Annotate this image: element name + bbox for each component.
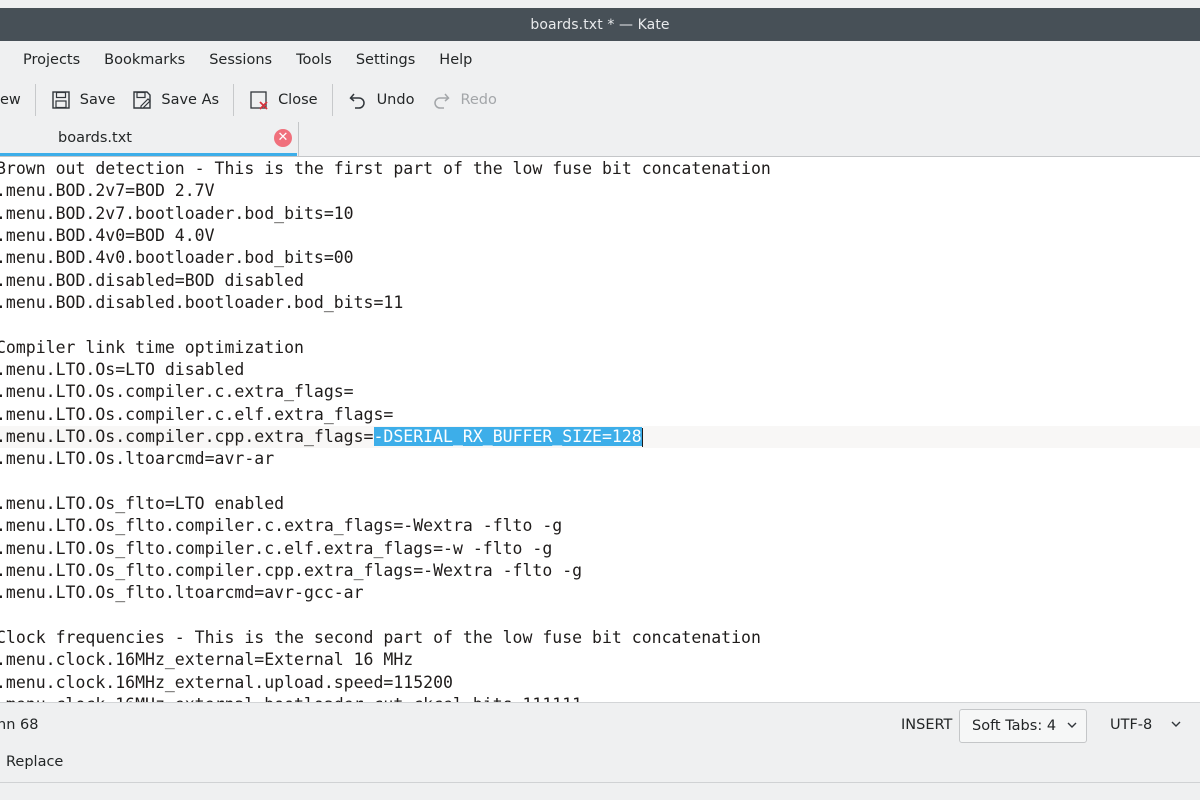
editor-line-text: .menu.LTO.Os=LTO disabled <box>0 359 245 379</box>
document-tab[interactable]: boards.txt ✕ <box>0 122 299 156</box>
editor-line-text: .menu.LTO.Os.ltoarcmd=avr-ar <box>0 449 275 469</box>
toolbar-separator <box>34 84 36 116</box>
editor-line-text: .menu.LTO.Os_flto.compiler.c.extra_flags… <box>0 516 563 536</box>
editor-line-text: .menu.LTO.Os_flto.ltoarcmd=avr-gcc-ar <box>0 583 364 603</box>
editor-line[interactable]: Brown out detection - This is the first … <box>0 158 1200 180</box>
editor-line-text: Compiler link time optimization <box>0 337 304 357</box>
close-circle-icon[interactable]: ✕ <box>274 129 292 147</box>
undo-button[interactable]: Undo <box>339 83 423 117</box>
save-as-button[interactable]: Save As <box>123 83 227 117</box>
text-editor-area[interactable]: Brown out detection - This is the first … <box>0 156 1200 704</box>
new-button-label: ew <box>0 92 21 108</box>
save-as-icon <box>131 89 153 111</box>
menu-settings[interactable]: Settings <box>344 52 427 68</box>
main-toolbar: ew Save Save As Close Undo Redo <box>0 78 1200 122</box>
editor-line[interactable] <box>0 314 1200 336</box>
document-tab-bar: boards.txt ✕ <box>0 122 1200 156</box>
editor-line-text: .menu.LTO.Os_flto.compiler.c.elf.extra_f… <box>0 538 553 558</box>
save-button-label: Save <box>79 92 116 108</box>
editor-line-text: .menu.LTO.Os_flto.compiler.cpp.extra_fla… <box>0 560 583 580</box>
editor-line-text: .menu.BOD.disabled=BOD disabled <box>0 270 304 290</box>
save-as-button-label: Save As <box>161 92 220 108</box>
editor-line[interactable]: .menu.BOD.2v7=BOD 2.7V <box>0 180 1200 202</box>
editor-line[interactable]: .menu.clock.16MHz_external.upload.speed=… <box>0 672 1200 694</box>
editor-line[interactable]: .menu.BOD.4v0.bootloader.bod_bits=00 <box>0 247 1200 269</box>
new-button[interactable]: ew <box>0 83 29 117</box>
editor-line[interactable] <box>0 471 1200 493</box>
menu-bookmarks[interactable]: Bookmarks <box>92 52 197 68</box>
editor-line[interactable]: .menu.LTO.Os=LTO disabled <box>0 359 1200 381</box>
undo-button-label: Undo <box>376 92 415 108</box>
redo-button-label: Redo <box>460 92 497 108</box>
toolbar-separator <box>233 84 235 116</box>
editor-line[interactable]: .menu.BOD.2v7.bootloader.bod_bits=10 <box>0 203 1200 225</box>
editor-line-text: .menu.BOD.2v7=BOD 2.7V <box>0 181 215 201</box>
editor-line-text: Clock frequencies - This is the second p… <box>0 627 761 647</box>
editor-current-line[interactable]: .menu.LTO.Os.compiler.cpp.extra_flags=-D… <box>0 425 1200 449</box>
status-bar: nn 68 INSERT Soft Tabs: 4 UTF-8 <box>0 702 1200 749</box>
editor-line-text: .menu.BOD.4v0=BOD 4.0V <box>0 225 215 245</box>
window-title: boards.txt * — Kate <box>530 16 670 33</box>
input-mode-indicator[interactable]: INSERT <box>901 717 952 733</box>
redo-icon <box>430 89 452 111</box>
editor-line[interactable]: .menu.LTO.Os_flto.ltoarcmd=avr-gcc-ar <box>0 582 1200 604</box>
close-button-label: Close <box>278 92 318 108</box>
editor-line-text: .menu.LTO.Os.compiler.c.elf.extra_flags= <box>0 404 394 424</box>
editor-line-text: .menu.BOD.4v0.bootloader.bod_bits=00 <box>0 248 354 268</box>
editor-line[interactable]: Compiler link time optimization <box>0 337 1200 359</box>
document-tab-label: boards.txt <box>58 130 132 146</box>
editor-line[interactable] <box>0 605 1200 627</box>
editor-line[interactable]: .menu.LTO.Os.compiler.c.elf.extra_flags= <box>0 404 1200 426</box>
chevron-down-icon <box>1066 719 1078 735</box>
editor-line-text: .menu.clock.16MHz_external.upload.speed=… <box>0 672 453 692</box>
editor-line-text: .menu.LTO.Os.compiler.c.extra_flags= <box>0 382 354 402</box>
editor-line[interactable]: .menu.LTO.Os.compiler.c.extra_flags= <box>0 381 1200 403</box>
window-titlebar[interactable]: boards.txt * — Kate <box>0 8 1200 41</box>
close-document-icon <box>248 89 270 111</box>
editor-line-text: Brown out detection - This is the first … <box>0 159 771 178</box>
editor-line[interactable]: .menu.BOD.4v0=BOD 4.0V <box>0 225 1200 247</box>
undo-icon <box>347 89 369 111</box>
close-button[interactable]: Close <box>240 83 326 117</box>
menu-sessions[interactable]: Sessions <box>197 52 284 68</box>
cursor-position[interactable]: nn 68 <box>0 717 38 733</box>
editor-line[interactable]: .menu.BOD.disabled.bootloader.bod_bits=1… <box>0 292 1200 314</box>
editor-line[interactable]: .menu.LTO.Os_flto.compiler.c.elf.extra_f… <box>0 538 1200 560</box>
editor-line[interactable]: .menu.LTO.Os_flto.compiler.cpp.extra_fla… <box>0 560 1200 582</box>
chevron-down-icon[interactable] <box>1170 718 1182 734</box>
menu-bar: Projects Bookmarks Sessions Tools Settin… <box>0 42 1200 78</box>
indentation-selector[interactable]: Soft Tabs: 4 <box>959 709 1087 743</box>
editor-line[interactable]: .menu.LTO.Os_flto.compiler.c.extra_flags… <box>0 515 1200 537</box>
selected-text[interactable]: -DSERIAL_RX_BUFFER_SIZE=128 <box>373 426 642 446</box>
menu-help[interactable]: Help <box>427 52 484 68</box>
editor-line[interactable]: Clock frequencies - This is the second p… <box>0 627 1200 649</box>
editor-line[interactable]: .menu.LTO.Os_flto=LTO enabled <box>0 493 1200 515</box>
replace-tool-button[interactable]: Replace <box>6 754 63 770</box>
editor-line-text: .menu.BOD.2v7.bootloader.bod_bits=10 <box>0 203 354 223</box>
text-cursor <box>641 427 644 447</box>
editor-line-text: .menu.LTO.Os_flto=LTO enabled <box>0 493 285 513</box>
editor-line[interactable]: .menu.LTO.Os.ltoarcmd=avr-ar <box>0 448 1200 470</box>
encoding-selector[interactable]: UTF-8 <box>1110 717 1152 733</box>
editor-line-text: .menu.clock.16MHz_external=External 16 M… <box>0 650 414 670</box>
save-icon <box>50 89 72 111</box>
editor-line-text: .menu.LTO.Os.compiler.cpp.extra_flags=-D… <box>0 426 644 447</box>
menu-projects[interactable]: Projects <box>0 52 92 68</box>
menu-tools[interactable]: Tools <box>284 52 344 68</box>
editor-line-text: .menu.BOD.disabled.bootloader.bod_bits=1… <box>0 292 404 312</box>
bottom-tool-bar: Replace <box>0 748 1200 786</box>
toolbar-separator <box>331 84 333 116</box>
indentation-value: Soft Tabs: 4 <box>972 718 1057 734</box>
save-button[interactable]: Save <box>42 83 124 117</box>
editor-line[interactable]: .menu.BOD.disabled=BOD disabled <box>0 270 1200 292</box>
editor-line[interactable]: .menu.clock.16MHz_external=External 16 M… <box>0 649 1200 671</box>
redo-button[interactable]: Redo <box>422 83 504 117</box>
bottom-divider <box>0 782 1200 783</box>
